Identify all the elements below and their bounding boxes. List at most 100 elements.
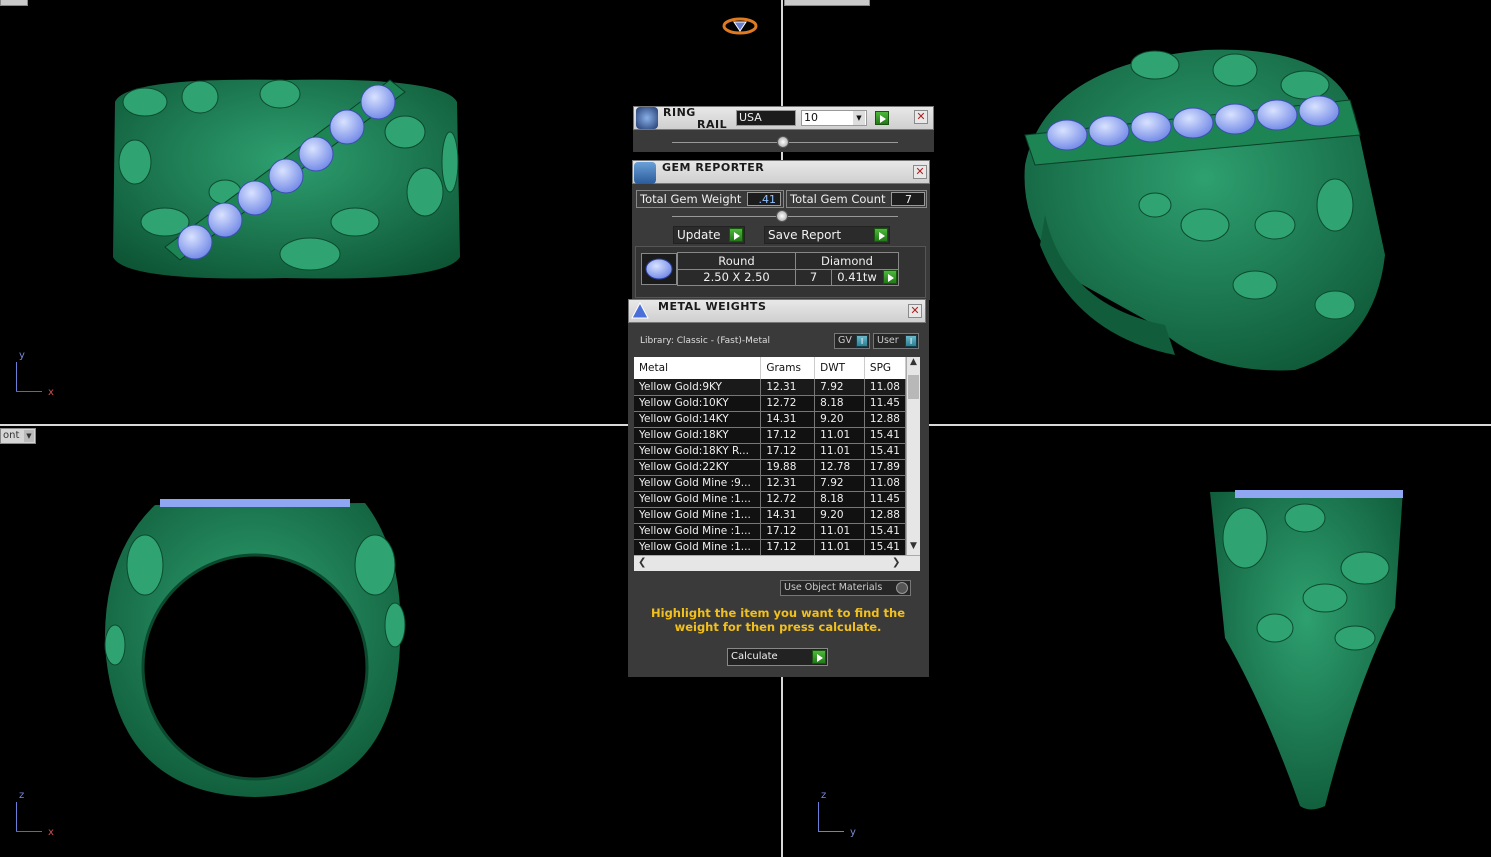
dwt-cell: 11.01 [814, 539, 865, 555]
viewport-tab-top-left[interactable] [0, 0, 28, 6]
table-row[interactable]: Yellow Gold:18KY R... 17.12 11.01 15.41 [634, 443, 906, 460]
gem-reporter-close-button[interactable]: ✕ [913, 165, 927, 179]
col-grams[interactable]: Grams [760, 357, 816, 379]
grams-cell: 12.72 [760, 491, 816, 508]
ring-rail-apply-button[interactable] [875, 111, 889, 125]
metal-cell: Yellow Gold:9KY [634, 379, 762, 396]
toggle-icon: I [856, 335, 868, 347]
update-button-label: Update [677, 228, 721, 242]
metal-cell: Yellow Gold:10KY [634, 395, 762, 412]
table-horizontal-scrollbar[interactable]: ❮ ❯ [634, 555, 920, 571]
table-row[interactable]: Yellow Gold:14KY 14.31 9.20 12.88 [634, 411, 906, 428]
grams-cell: 14.31 [760, 507, 816, 524]
user-toggle[interactable]: User I [873, 333, 919, 349]
cad-workspace[interactable]: y x ont ▼ z x z y RING RAIL USA 10 ▼ ✕ G… [0, 0, 1491, 857]
table-row[interactable]: Yellow Gold Mine :1... 17.12 11.01 15.41 [634, 523, 906, 540]
use-object-materials-label: Use Object Materials [784, 582, 883, 593]
grams-cell: 17.12 [760, 523, 816, 540]
col-spg[interactable]: SPG [864, 357, 906, 379]
calculate-hint: Highlight the item you want to find the … [651, 606, 905, 634]
play-icon [812, 650, 826, 664]
ring-rail-title-2: RAIL [697, 118, 728, 131]
save-report-button[interactable]: Save Report [764, 226, 890, 244]
scroll-left-icon[interactable]: ❮ [638, 557, 646, 568]
table-row[interactable]: Yellow Gold:18KY 17.12 11.01 15.41 [634, 427, 906, 444]
spg-cell: 15.41 [864, 523, 906, 540]
grams-cell: 14.31 [760, 411, 816, 428]
table-row[interactable]: Yellow Gold Mine :1... 14.31 9.20 12.88 [634, 507, 906, 524]
app-logo-icon [722, 16, 758, 36]
gem-count: 7 [796, 269, 832, 285]
ring-view-side[interactable] [1205, 488, 1410, 818]
total-gem-weight-value: .41 [747, 192, 781, 206]
metal-weights-close-button[interactable]: ✕ [908, 304, 922, 318]
play-icon [874, 228, 888, 242]
ring-rail-slider-knob[interactable] [777, 136, 789, 148]
grams-cell: 17.12 [760, 539, 816, 555]
gem-row[interactable]: Round Diamond 2.50 X 2.50 7 0.41tw [677, 252, 899, 286]
spg-cell: 15.41 [864, 443, 906, 460]
table-row[interactable]: Yellow Gold:9KY 12.31 7.92 11.08 [634, 379, 906, 396]
spg-cell: 15.41 [864, 539, 906, 555]
axis-indicator-bottom-left: z x [16, 790, 66, 838]
dwt-cell: 9.20 [814, 507, 865, 524]
chevron-down-icon[interactable]: ▼ [853, 111, 865, 125]
spg-cell: 12.88 [864, 507, 906, 524]
grams-cell: 17.12 [760, 443, 816, 460]
table-row[interactable]: Yellow Gold:22KY 19.88 12.78 17.89 [634, 459, 906, 476]
grams-cell: 12.72 [760, 395, 816, 412]
gem-reporter-icon [634, 162, 656, 184]
scroll-thumb[interactable] [908, 375, 919, 399]
table-row[interactable]: Yellow Gold Mine :1... 12.72 8.18 11.45 [634, 491, 906, 508]
scroll-up-icon[interactable]: ▲ [907, 357, 920, 371]
metal-table[interactable]: Metal Grams DWT SPG Yellow Gold:9KY 12.31… [634, 357, 906, 555]
metal-cell: Yellow Gold Mine :1... [634, 491, 762, 508]
gem-reporter-title: GEM REPORTER [662, 161, 765, 174]
ring-rail-close-button[interactable]: ✕ [914, 110, 928, 124]
update-button[interactable]: Update [673, 226, 745, 244]
table-row[interactable]: Yellow Gold:10KY 12.72 8.18 11.45 [634, 395, 906, 412]
gem-row-action-button[interactable] [883, 270, 897, 284]
axis-label-y: y [19, 350, 25, 361]
scroll-down-icon[interactable]: ▼ [907, 541, 920, 555]
ring-rail-title-1: RING [663, 106, 696, 119]
ring-view-perspective[interactable] [1005, 25, 1390, 380]
ring-size-value: 10 [804, 111, 818, 124]
dwt-cell: 12.78 [814, 459, 865, 476]
table-row[interactable]: Yellow Gold Mine :9... 12.31 7.92 11.08 [634, 475, 906, 492]
calculate-button-label: Calculate [731, 651, 778, 662]
metal-cell: Yellow Gold Mine :1... [634, 539, 762, 555]
dwt-cell: 9.20 [814, 411, 865, 428]
toggle-icon: I [905, 335, 917, 347]
col-dwt[interactable]: DWT [814, 357, 865, 379]
use-object-materials-toggle[interactable]: Use Object Materials [780, 580, 911, 596]
axis-indicator-bottom-right: z y [818, 790, 868, 838]
table-vertical-scrollbar[interactable]: ▲ ▼ [906, 357, 920, 555]
metal-cell: Yellow Gold:14KY [634, 411, 762, 428]
save-report-button-label: Save Report [768, 228, 842, 242]
metal-cell: Yellow Gold Mine :1... [634, 507, 762, 524]
country-field[interactable]: USA [736, 110, 796, 126]
table-row[interactable]: Yellow Gold Mine :1... 17.12 11.01 15.41 [634, 539, 906, 555]
chevron-down-icon[interactable]: ▼ [24, 430, 34, 442]
viewport-view-select[interactable]: ont ▼ [0, 428, 36, 444]
scroll-right-icon[interactable]: ❯ [892, 557, 900, 568]
dwt-cell: 11.01 [814, 443, 865, 460]
scale-icon [629, 300, 651, 322]
spg-cell: 15.41 [864, 427, 906, 444]
gem-size: 2.50 X 2.50 [678, 269, 796, 285]
gem-reporter-slider-knob[interactable] [776, 210, 788, 222]
calculate-button[interactable]: Calculate [727, 648, 828, 666]
ring-rail-icon [636, 107, 658, 129]
gv-label: GV [838, 335, 852, 346]
spg-cell: 11.08 [864, 379, 906, 396]
ring-size-select[interactable]: 10 ▼ [801, 110, 867, 126]
gv-toggle[interactable]: GV I [834, 333, 870, 349]
library-label: Library: Classic - (Fast)-Metal [640, 336, 771, 346]
ring-view-front[interactable] [95, 495, 415, 805]
metal-cell: Yellow Gold:18KY [634, 427, 762, 444]
viewport-tab-top-right[interactable] [784, 0, 870, 6]
ring-view-top[interactable] [105, 72, 465, 287]
axis-label-z: z [19, 790, 25, 801]
col-metal[interactable]: Metal [634, 357, 762, 379]
